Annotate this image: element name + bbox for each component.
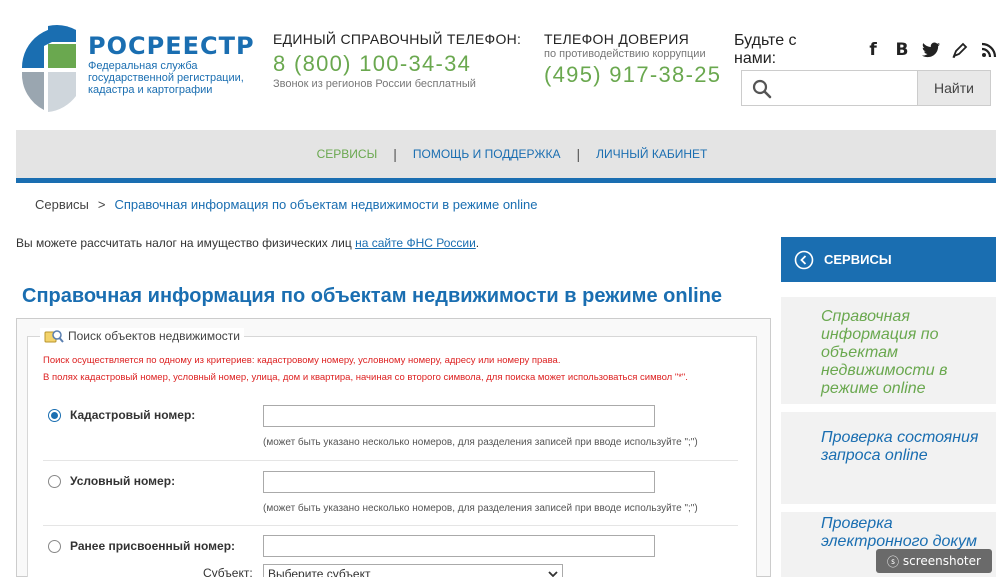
sidebar-item-reference-info[interactable]: Справочная информация по объектам недвиж…	[781, 297, 996, 404]
breadcrumb-separator: >	[97, 197, 106, 212]
site-header: РОСРЕЕСТР Федеральная служба государстве…	[0, 0, 998, 130]
hotline-title: ЕДИНЫЙ СПРАВОЧНЫЙ ТЕЛЕФОН:	[273, 31, 522, 47]
subject-select[interactable]: Выберите субъект	[263, 564, 563, 577]
fieldset-legend: Поиск объектов недвижимости	[40, 328, 245, 344]
blog-icon[interactable]	[951, 41, 969, 59]
brand-name: РОСРЕЕСТР	[88, 32, 255, 60]
brand-subtitle-line: Федеральная служба	[88, 60, 198, 72]
tax-note-text: Вы можете рассчитать налог на имущество …	[16, 236, 352, 250]
hotline-note: Звонок из регионов России бесплатный	[273, 78, 476, 90]
conditional-radio[interactable]	[48, 475, 61, 488]
sidebar-header[interactable]: СЕРВИСЫ	[781, 237, 996, 282]
trust-line-number[interactable]: (495) 917-38-25	[544, 62, 721, 88]
subject-select-value: Выберите субъект	[268, 567, 371, 577]
cadastral-radio[interactable]	[48, 409, 61, 422]
rosreestr-logo-icon[interactable]	[18, 22, 80, 114]
hotline-number[interactable]: 8 (800) 100-34-34	[273, 51, 521, 77]
twitter-icon[interactable]	[922, 41, 940, 59]
fns-link[interactable]: на сайте ФНС России	[355, 236, 476, 250]
conditional-label: Условный номер:	[70, 474, 176, 488]
rss-icon[interactable]	[980, 41, 998, 59]
watermark-text: screenshoter	[902, 554, 981, 568]
page-title: Справочная информация по объектам недвиж…	[22, 285, 723, 307]
nav-items: СЕРВИСЫ | ПОМОЩЬ И ПОДДЕРЖКА | ЛИЧНЫЙ КА…	[16, 130, 996, 178]
search-icon	[752, 79, 772, 99]
previous-number-input[interactable]	[263, 535, 655, 557]
breadcrumb-current[interactable]: Справочная информация по объектам недвиж…	[114, 197, 537, 212]
conditional-number-input[interactable]	[263, 471, 655, 493]
conditional-hint: (может быть указано несколько номеров, д…	[263, 503, 698, 514]
services-sidebar: СЕРВИСЫ Справочная информация по объекта…	[781, 237, 996, 577]
breadcrumb: Сервисы > Справочная информация по объекта…	[35, 197, 538, 212]
chevron-down-icon	[548, 571, 558, 577]
brand-subtitle-line: кадастра и картографии	[88, 84, 213, 96]
vk-icon[interactable]: B	[893, 40, 911, 60]
social-links: Будьте с нами: f B	[734, 32, 998, 68]
brand-subtitle-line: государственной регистрации,	[88, 72, 244, 84]
search-form: Поиск объектов недвижимости Поиск осущес…	[16, 318, 771, 577]
sidebar-item-request-status[interactable]: Проверка состояния запроса online	[781, 412, 996, 504]
subject-label: Субъект:	[203, 566, 253, 577]
previous-number-label: Ранее присвоенный номер:	[70, 539, 236, 553]
trust-line-block: ТЕЛЕФОН ДОВЕРИЯ по противодействию корру…	[544, 31, 721, 88]
brand-subtitle: Федеральная служба государственной регис…	[88, 60, 258, 96]
search-box: Найти	[741, 70, 991, 106]
back-circle-icon	[794, 250, 814, 269]
search-objects-icon	[44, 330, 64, 343]
breadcrumb-root[interactable]: Сервисы	[35, 197, 89, 212]
facebook-icon[interactable]: f	[864, 40, 882, 60]
trust-line-title: ТЕЛЕФОН ДОВЕРИЯ	[544, 31, 690, 47]
trust-line-subtitle: по противодействию коррупции	[544, 48, 706, 60]
legend-label: Поиск объектов недвижимости	[68, 329, 241, 343]
cadastral-number-input[interactable]	[263, 405, 655, 427]
warning-text: Поиск осуществляется по одному из критер…	[43, 355, 561, 366]
tax-note-end: .	[475, 236, 480, 250]
screenshoter-watermark: ⓢ screenshoter	[876, 549, 992, 573]
nav-item-account[interactable]: ЛИЧНЫЙ КАБИНЕТ	[580, 147, 723, 161]
hotline-block: ЕДИНЫЙ СПРАВОЧНЫЙ ТЕЛЕФОН: 8 (800) 100-3…	[273, 31, 521, 90]
cadastral-hint: (может быть указано несколько номеров, д…	[263, 437, 698, 448]
warning-text: В полях кадастровый номер, условный номе…	[43, 372, 688, 383]
sidebar-title: СЕРВИСЫ	[824, 252, 892, 267]
previous-number-radio[interactable]	[48, 540, 61, 553]
main-nav: СЕРВИСЫ | ПОМОЩЬ И ПОДДЕРЖКА | ЛИЧНЫЙ КА…	[16, 130, 996, 183]
search-fieldset: Поиск объектов недвижимости Поиск осущес…	[27, 328, 757, 577]
search-input[interactable]	[780, 73, 916, 103]
conditional-row: Условный номер: (может быть указано неск…	[43, 461, 738, 526]
previous-number-row: Ранее присвоенный номер: Субъект: Выбери…	[43, 526, 738, 577]
tax-note: Вы можете рассчитать налог на имущество …	[16, 236, 479, 250]
cadastral-label: Кадастровый номер:	[70, 408, 196, 422]
nav-item-help[interactable]: ПОМОЩЬ И ПОДДЕРЖКА	[397, 147, 577, 161]
search-button[interactable]: Найти	[917, 71, 990, 105]
social-label: Будьте с нами:	[734, 32, 797, 67]
cadastral-row: Кадастровый номер: (может быть указано н…	[43, 395, 738, 461]
nav-item-services[interactable]: СЕРВИСЫ	[301, 147, 394, 161]
